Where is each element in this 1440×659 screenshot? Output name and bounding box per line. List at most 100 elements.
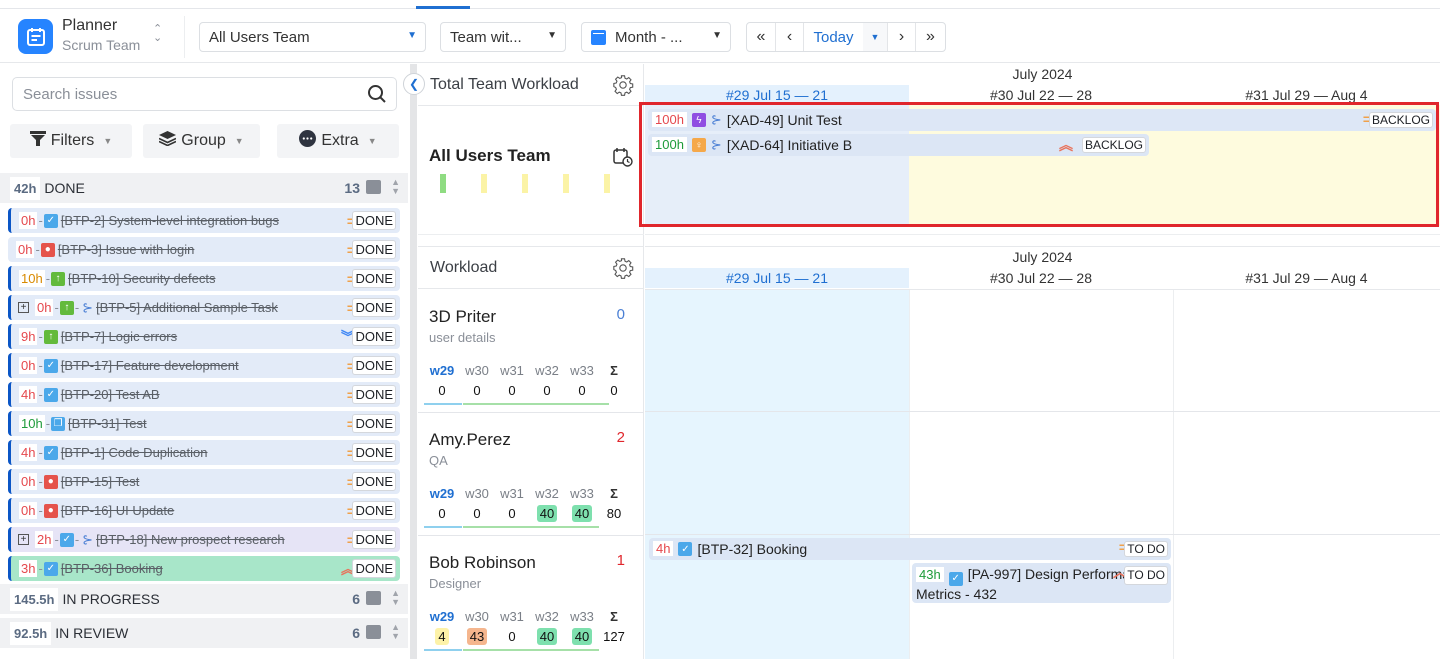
expand-icon[interactable]: + bbox=[18, 534, 29, 545]
issue-title[interactable]: [BTP-7] Logic errors bbox=[61, 329, 177, 344]
issue-title[interactable]: [BTP-17] Feature development bbox=[61, 358, 239, 373]
current-week-column[interactable] bbox=[645, 290, 909, 659]
calendar-task[interactable]: 43h ✓ [PA-997] Design Performance Metrics … bbox=[912, 563, 1171, 603]
issue-row[interactable]: 0h - ● [BTP-3] Issue with login = DONE bbox=[8, 237, 400, 262]
separator: - bbox=[38, 213, 43, 228]
status-badge[interactable]: DONE bbox=[352, 298, 396, 317]
issue-title[interactable]: [BTP-18] New prospect research bbox=[96, 532, 285, 547]
week-hours: 43 bbox=[459, 627, 495, 647]
group-header-in-progress[interactable]: 145.5h IN PROGRESS 6 ▲ ▼ bbox=[0, 584, 408, 614]
group-button[interactable]: Group ▼ bbox=[143, 124, 260, 158]
status-badge[interactable]: TO DO bbox=[1124, 541, 1168, 557]
status-badge[interactable]: TO DO bbox=[1124, 566, 1168, 585]
issue-row[interactable]: 0h - ✓ [BTP-17] Feature development = DONE bbox=[8, 353, 400, 378]
user-name[interactable]: Amy.Perez bbox=[429, 430, 511, 450]
status-badge[interactable]: DONE bbox=[352, 559, 396, 578]
period-select[interactable]: Month - ... ▼ bbox=[581, 22, 731, 52]
issue-title[interactable]: [BTP-5] Additional Sample Task bbox=[96, 300, 278, 315]
today-dropdown-button[interactable]: ▼ bbox=[863, 23, 888, 51]
status-badge[interactable]: DONE bbox=[352, 356, 396, 375]
nav-next-button[interactable]: › bbox=[888, 23, 916, 51]
status-badge[interactable]: DONE bbox=[352, 472, 396, 491]
week-label: w30 bbox=[465, 363, 489, 378]
extra-button[interactable]: Extra ▼ bbox=[277, 124, 399, 158]
view-select-value: Team wit... bbox=[450, 28, 522, 46]
status-badge[interactable]: DONE bbox=[352, 414, 396, 433]
issue-row[interactable]: 3h - ✓ [BTP-36] Booking ︽ DONE bbox=[8, 556, 400, 581]
user-name[interactable]: Bob Robinson bbox=[429, 553, 536, 573]
issue-row[interactable]: 4h - ✓ [BTP-20] Test AB = DONE bbox=[8, 382, 400, 407]
group-header-done[interactable]: 42h DONE 13 ▲ ▼ bbox=[0, 173, 408, 203]
week-column: w30 0 bbox=[459, 363, 495, 401]
status-badge[interactable]: BACKLOG bbox=[1081, 137, 1146, 153]
status-badge[interactable]: DONE bbox=[352, 269, 396, 288]
team-select[interactable]: All Users Team ▼ bbox=[199, 22, 426, 52]
expand-icon[interactable]: + bbox=[18, 302, 29, 313]
week-label: Σ bbox=[610, 609, 618, 624]
issue-row[interactable]: +0h - ↑ - ⊱ [BTP-5] Additional Sample Task = DO… bbox=[8, 295, 400, 320]
planner-logo-icon[interactable] bbox=[18, 19, 53, 54]
divider bbox=[418, 234, 644, 235]
sort-icon[interactable]: ▲ ▼ bbox=[391, 623, 400, 641]
search-input[interactable]: Search issues bbox=[12, 77, 397, 111]
status-badge[interactable]: DONE bbox=[352, 385, 396, 404]
status-badge[interactable]: DONE bbox=[352, 530, 396, 549]
nav-prev-button[interactable]: ‹ bbox=[776, 23, 804, 51]
search-icon[interactable] bbox=[367, 84, 387, 108]
sidebar-resize-handle[interactable] bbox=[410, 64, 417, 659]
status-badge[interactable]: DONE bbox=[352, 501, 396, 520]
issue-title[interactable]: [BTP-1] Code Duplication bbox=[61, 445, 208, 460]
group-header-in-review[interactable]: 92.5h IN REVIEW 6 ▲ ▼ bbox=[0, 618, 408, 648]
issue-hours: 9h bbox=[19, 328, 38, 345]
calendar-task[interactable]: 4h ✓ [BTP-32] Booking = TO DO bbox=[649, 538, 1171, 560]
week-column: w33 0 bbox=[564, 363, 600, 401]
week-column: w31 0 bbox=[494, 486, 530, 524]
issue-title[interactable]: [BTP-2] System-level integration bugs bbox=[61, 213, 279, 228]
epic-icon: ϟ bbox=[691, 113, 706, 127]
calendar-clock-icon[interactable] bbox=[613, 147, 633, 172]
status-badge[interactable]: DONE bbox=[352, 443, 396, 462]
load-bar bbox=[563, 174, 569, 193]
nav-first-button[interactable]: « bbox=[747, 23, 776, 51]
calendar-check-icon[interactable] bbox=[366, 180, 381, 194]
issue-row[interactable]: 0h - ✓ [BTP-2] System-level integration bug… bbox=[8, 208, 400, 233]
task-icon: ✓ bbox=[43, 561, 58, 576]
status-badge[interactable]: DONE bbox=[352, 211, 396, 230]
load-bar bbox=[440, 174, 446, 193]
calendar-task[interactable]: 100h ♀ ⊱ [XAD-64] Initiative B ︽ BACKLOG bbox=[648, 134, 1149, 156]
issue-title[interactable]: [BTP-10] Security defects bbox=[68, 271, 215, 286]
issue-title[interactable]: [BTP-36] Booking bbox=[61, 561, 163, 576]
status-badge[interactable]: BACKLOG bbox=[1368, 112, 1433, 128]
issue-row[interactable]: 0h - ● [BTP-15] Test = DONE bbox=[8, 469, 400, 494]
calendar-task[interactable]: 100h ϟ ⊱ [XAD-49] Unit Test = BACKLOG bbox=[648, 109, 1436, 131]
issue-title[interactable]: [BTP-16] UI Update bbox=[61, 503, 174, 518]
nav-last-button[interactable]: » bbox=[916, 23, 945, 51]
week-hours: 40 bbox=[529, 627, 565, 647]
issue-row[interactable]: 4h - ✓ [BTP-1] Code Duplication = DONE bbox=[8, 440, 400, 465]
hours-value: 0 bbox=[508, 383, 516, 398]
hours-value: 40 bbox=[571, 628, 593, 645]
issue-row[interactable]: +2h - ✓ - ⊱ [BTP-18] New prospect research = DO… bbox=[8, 527, 400, 552]
story-icon: ↑ bbox=[43, 329, 58, 344]
gear-icon[interactable] bbox=[612, 257, 634, 284]
issue-row[interactable]: 0h - ● [BTP-16] UI Update = DONE bbox=[8, 498, 400, 523]
project-switcher-icon[interactable]: ⌃ ⌄ bbox=[153, 24, 162, 44]
today-button[interactable]: Today bbox=[804, 23, 863, 51]
issue-title[interactable]: [BTP-3] Issue with login bbox=[58, 242, 195, 257]
status-badge[interactable]: DONE bbox=[352, 327, 396, 346]
issue-title[interactable]: [BTP-31] Test bbox=[68, 416, 147, 431]
calendar-check-icon[interactable] bbox=[366, 591, 381, 605]
issue-row[interactable]: 10h - ↑ [BTP-10] Security defects = DONE bbox=[8, 266, 400, 291]
issue-row[interactable]: 9h - ↑ [BTP-7] Logic errors ︾ DONE bbox=[8, 324, 400, 349]
filters-button[interactable]: Filters ▼ bbox=[10, 124, 132, 158]
status-badge[interactable]: DONE bbox=[352, 240, 396, 259]
sort-icon[interactable]: ▲ ▼ bbox=[391, 178, 400, 196]
sort-icon[interactable]: ▲ ▼ bbox=[391, 589, 400, 607]
gear-icon[interactable] bbox=[612, 74, 634, 101]
user-name[interactable]: 3D Priter bbox=[429, 307, 496, 327]
issue-title[interactable]: [BTP-15] Test bbox=[61, 474, 140, 489]
calendar-check-icon[interactable] bbox=[366, 625, 381, 639]
issue-row[interactable]: 10h - ❐ [BTP-31] Test = DONE bbox=[8, 411, 400, 436]
view-select[interactable]: Team wit... ▼ bbox=[440, 22, 566, 52]
issue-title[interactable]: [BTP-20] Test AB bbox=[61, 387, 160, 402]
